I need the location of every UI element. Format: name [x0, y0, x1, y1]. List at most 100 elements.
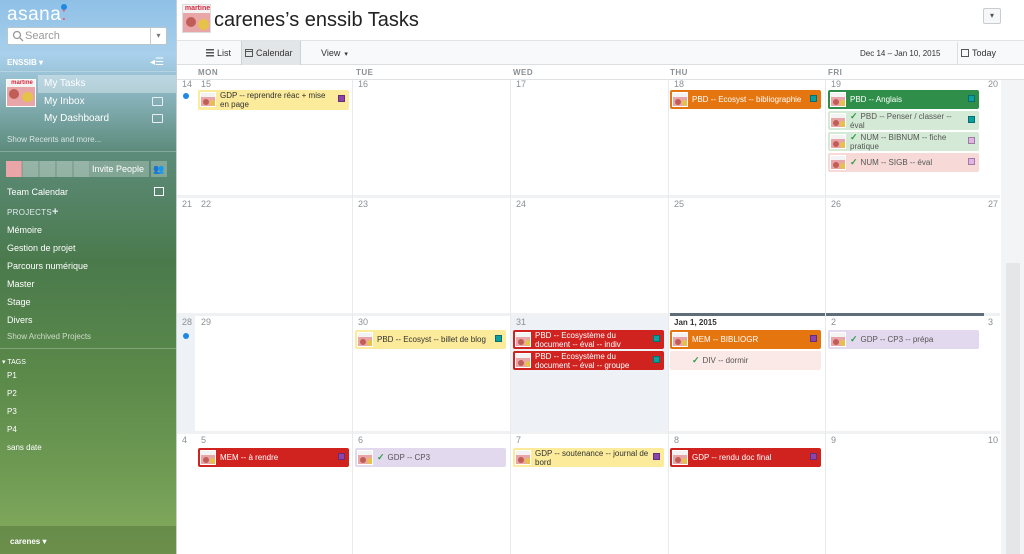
calendar-icon[interactable]	[154, 187, 164, 196]
today-button[interactable]: Today	[957, 42, 1015, 64]
day-number: 2	[831, 317, 837, 327]
today-indicator	[670, 313, 984, 316]
task-card[interactable]: ✓ GDP -- CP3 -- prépa	[828, 330, 979, 349]
user-menu[interactable]: carenes ▾	[10, 537, 47, 546]
sidebar-item-project[interactable]: Master	[7, 279, 35, 289]
day-cell	[195, 316, 352, 431]
day-number: 4	[182, 435, 188, 445]
asana-logo[interactable]: asana:	[7, 4, 68, 26]
list-icon	[206, 49, 214, 57]
task-card[interactable]: GDP -- soutenance -- journal de bord	[513, 448, 664, 467]
day-number: 8	[674, 435, 680, 445]
sidebar-item-tag[interactable]: P2	[7, 389, 17, 398]
collapse-sidebar-icon[interactable]: ◂☰	[150, 57, 164, 68]
day-number: 30	[358, 317, 369, 327]
sidebar-item-tag[interactable]: sans date	[7, 443, 42, 452]
check-icon: ✓	[850, 157, 858, 167]
avatar-placeholder[interactable]	[40, 161, 56, 177]
day-number: 17	[516, 79, 527, 89]
list-view-button[interactable]: List	[203, 41, 241, 65]
project-color-swatch	[338, 453, 345, 460]
avatar[interactable]	[6, 161, 22, 177]
scrollbar-thumb[interactable]	[1006, 263, 1020, 554]
people-icon[interactable]: 👥	[151, 161, 167, 177]
task-card[interactable]: PBD -- Ecosystème du document -- éval --…	[513, 351, 664, 370]
task-card[interactable]: PBD -- Ecosyst -- billet de blog	[355, 330, 506, 349]
add-project-icon[interactable]: +	[52, 206, 58, 218]
task-card[interactable]: MEM -- BIBLIOGR	[670, 330, 821, 349]
check-icon: ✓	[692, 355, 700, 365]
calendar-week: 4 5 6 7 8 9 10 MEM -- à rendre ✓ GDP -- C…	[177, 431, 1000, 549]
sidebar-item-tag[interactable]: P1	[7, 371, 17, 380]
task-card[interactable]: PBD -- Anglais	[828, 90, 979, 109]
header-menu-button[interactable]: ▾	[983, 8, 1001, 24]
task-card[interactable]: ✓ NUM -- BIBNUM -- fiche pratique	[828, 132, 979, 151]
date-range: Dec 14 – Jan 10, 2015	[860, 49, 941, 58]
check-icon: ✓	[377, 452, 385, 462]
search-input[interactable]: Search	[25, 30, 60, 42]
project-color-swatch	[810, 335, 817, 342]
day-number: 29	[201, 317, 212, 327]
task-card[interactable]: ✓ PBD -- Penser / classer -- éval	[828, 111, 979, 130]
day-number: 9	[831, 435, 837, 445]
scrollbar[interactable]	[1001, 80, 1024, 554]
divider	[0, 348, 176, 349]
dot-indicator	[183, 93, 189, 99]
avatar-placeholder[interactable]	[74, 161, 90, 177]
avatar[interactable]: martine	[182, 4, 211, 33]
sidebar-item-project[interactable]: Divers	[7, 315, 33, 325]
calendar-view-button[interactable]: Calendar	[241, 41, 301, 65]
sidebar-item-project[interactable]: Stage	[7, 297, 31, 307]
tags-header[interactable]: ▾ TAGS	[2, 358, 26, 366]
task-card[interactable]: ✓ DIV -- dormir	[670, 351, 821, 370]
team-members-strip[interactable]: Invite People	[6, 161, 149, 177]
sidebar-item-project[interactable]: Gestion de projet	[7, 243, 76, 253]
view-dropdown[interactable]: View ▾	[307, 41, 357, 65]
sidebar-item-tag[interactable]: P3	[7, 407, 17, 416]
avatar-placeholder[interactable]	[23, 161, 39, 177]
avatar-placeholder[interactable]	[57, 161, 73, 177]
weekday-label: WED	[513, 68, 534, 77]
sidebar-item-project[interactable]: Mémoire	[7, 225, 42, 235]
sidebar-item-project[interactable]: Parcours numérique	[7, 261, 88, 271]
sidebar-item-label: My Tasks	[44, 78, 86, 89]
projects-header: PROJECTS	[7, 208, 53, 217]
day-number: 26	[831, 199, 842, 209]
divider	[0, 71, 176, 72]
sidebar-item-team-calendar[interactable]: Team Calendar	[7, 187, 68, 197]
show-recents-link[interactable]: Show Recents and more...	[7, 135, 101, 144]
search-box[interactable]: Search ▾	[7, 27, 167, 45]
sidebar-item-label: My Dashboard	[44, 113, 110, 124]
sidebar-item-label: My Inbox	[44, 96, 85, 107]
day-number: 5	[201, 435, 207, 445]
task-card[interactable]: GDP -- reprendre réac + mise en page	[198, 90, 349, 110]
sidebar-item-my-tasks[interactable]: My Tasks	[38, 75, 176, 93]
workspace-switcher[interactable]: ENSSIB ▾	[7, 58, 43, 67]
task-card[interactable]: ✓ NUM -- SIGB -- éval	[828, 153, 979, 172]
day-number: 15	[201, 79, 212, 89]
day-number: 31	[516, 317, 527, 327]
task-card[interactable]: GDP -- rendu doc final	[670, 448, 821, 467]
page-header: martine carenes’s enssib Tasks ▾	[177, 0, 1024, 41]
project-color-swatch	[968, 95, 975, 102]
weekday-label: FRI	[828, 68, 843, 77]
sidebar-item-my-inbox[interactable]: My Inbox	[0, 93, 176, 111]
task-card[interactable]: ✓ GDP -- CP3	[355, 448, 506, 467]
chevron-down-icon[interactable]: ▾	[150, 28, 166, 44]
sidebar-item-my-dashboard[interactable]: My Dashboard	[0, 110, 176, 128]
task-card[interactable]: PBD -- Ecosystème du document -- éval --…	[513, 330, 664, 349]
day-number: 21	[182, 199, 193, 209]
dot-indicator	[183, 333, 189, 339]
invite-people-button[interactable]: Invite People	[92, 164, 144, 174]
project-color-swatch	[338, 95, 345, 102]
project-color-swatch	[810, 453, 817, 460]
task-card[interactable]: MEM -- à rendre	[198, 448, 349, 467]
show-archived-link[interactable]: Show Archived Projects	[7, 332, 91, 341]
task-card[interactable]: PBD -- Ecosyst -- bibliographie	[670, 90, 821, 109]
sidebar-item-tag[interactable]: P4	[7, 425, 17, 434]
day-number: 27	[988, 199, 999, 209]
calendar-week: 28 29 30 31 Jan 1, 2015 2 3 PBD -- Ecosy…	[177, 313, 1000, 431]
weekday-label: TUE	[356, 68, 374, 77]
calendar-grid: 14 15 16 17 18 19 20 GDP -- reprendre ré…	[177, 79, 1000, 554]
project-color-swatch	[968, 137, 975, 144]
